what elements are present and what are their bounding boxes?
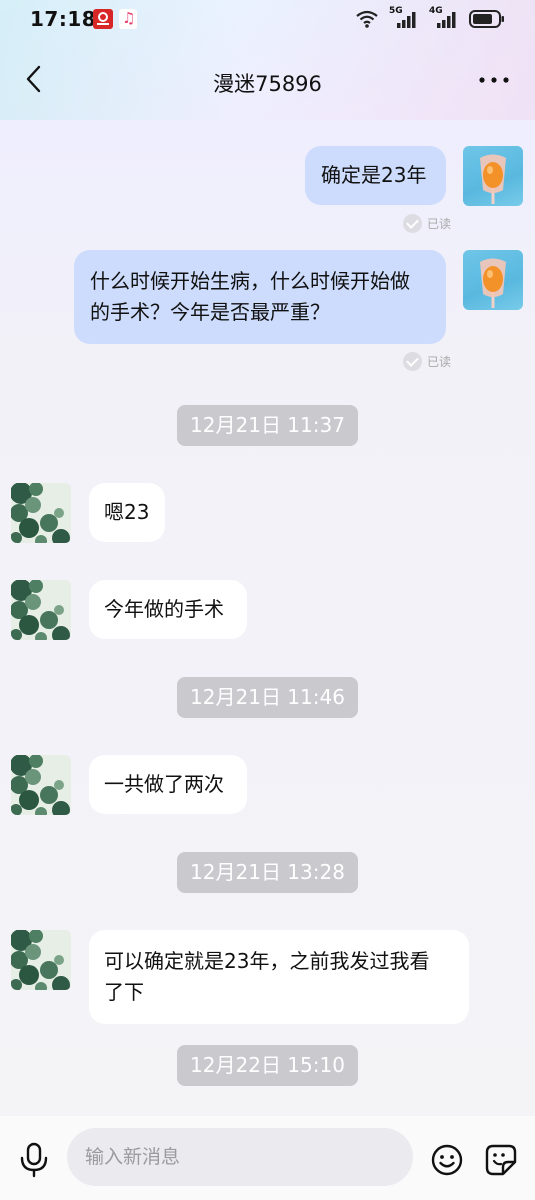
status-icons: 5G 4G	[355, 6, 505, 30]
message-row-received: 今年做的手术	[0, 580, 535, 640]
contact-avatar[interactable]	[11, 580, 71, 640]
signal-4g-icon: 4G	[429, 6, 459, 30]
avatar-drink-image	[480, 258, 506, 308]
message-bubble-sent[interactable]: 什么时候开始生病，什么时候开始做的手术？今年是否最严重？	[74, 250, 446, 344]
sticker-button[interactable]	[484, 1143, 518, 1177]
contact-avatar[interactable]	[11, 930, 71, 990]
contact-avatar[interactable]	[11, 755, 71, 815]
chat-title: 漫迷75896	[213, 72, 322, 96]
emoji-button[interactable]	[430, 1143, 464, 1177]
smiley-icon	[431, 1144, 463, 1176]
timestamp-divider: 12月21日 11:46	[177, 677, 358, 718]
avatar-plant-image	[11, 755, 71, 815]
battery-icon	[469, 10, 504, 28]
check-icon	[402, 214, 422, 233]
message-row-received: 嗯23	[0, 483, 535, 543]
timestamp-divider: 12月21日 11:37	[177, 405, 358, 446]
wifi-icon	[356, 10, 378, 28]
my-avatar[interactable]	[463, 250, 523, 310]
music-app-icon: ♫	[119, 9, 137, 29]
chat-header: 漫迷75896	[0, 48, 535, 112]
contact-avatar[interactable]	[11, 483, 71, 543]
avatar-plant-image	[11, 483, 71, 543]
microphone-icon	[20, 1142, 48, 1178]
message-row-received: 可以确定就是23年，之前我发过我看了下	[0, 930, 535, 1024]
avatar-plant-image	[11, 930, 71, 990]
message-input-bar	[0, 1116, 535, 1200]
timestamp-divider: 12月22日 15:10	[177, 1045, 358, 1086]
signal-5g-icon: 5G	[389, 6, 419, 30]
avatar-plant-image	[11, 580, 71, 640]
status-time: 17:18	[30, 7, 97, 31]
voice-button[interactable]	[18, 1142, 50, 1178]
message-row-sent: 确定是23年	[0, 146, 535, 206]
status-bar: 17:18 ♫ 5G 4G	[0, 0, 535, 40]
message-row-received: 一共做了两次	[0, 755, 535, 815]
check-icon	[402, 352, 422, 371]
more-dots-icon	[479, 77, 509, 83]
read-receipt: 已读	[402, 352, 451, 371]
sticker-icon	[485, 1144, 517, 1176]
message-bubble-received[interactable]: 一共做了两次	[89, 755, 247, 814]
message-bubble-received[interactable]: 可以确定就是23年，之前我发过我看了下	[89, 930, 469, 1024]
notification-app-icon	[93, 9, 113, 29]
message-bubble-sent[interactable]: 确定是23年	[305, 146, 446, 205]
avatar-drink-image	[480, 154, 506, 204]
my-avatar[interactable]	[463, 146, 523, 206]
message-input[interactable]	[67, 1128, 413, 1186]
more-options-button[interactable]	[477, 68, 511, 92]
timestamp-divider: 12月21日 13:28	[177, 852, 358, 893]
message-row-sent: 什么时候开始生病，什么时候开始做的手术？今年是否最严重？	[0, 250, 535, 344]
message-bubble-received[interactable]: 嗯23	[89, 483, 165, 542]
read-receipt: 已读	[402, 214, 451, 233]
message-bubble-received[interactable]: 今年做的手术	[89, 580, 247, 639]
